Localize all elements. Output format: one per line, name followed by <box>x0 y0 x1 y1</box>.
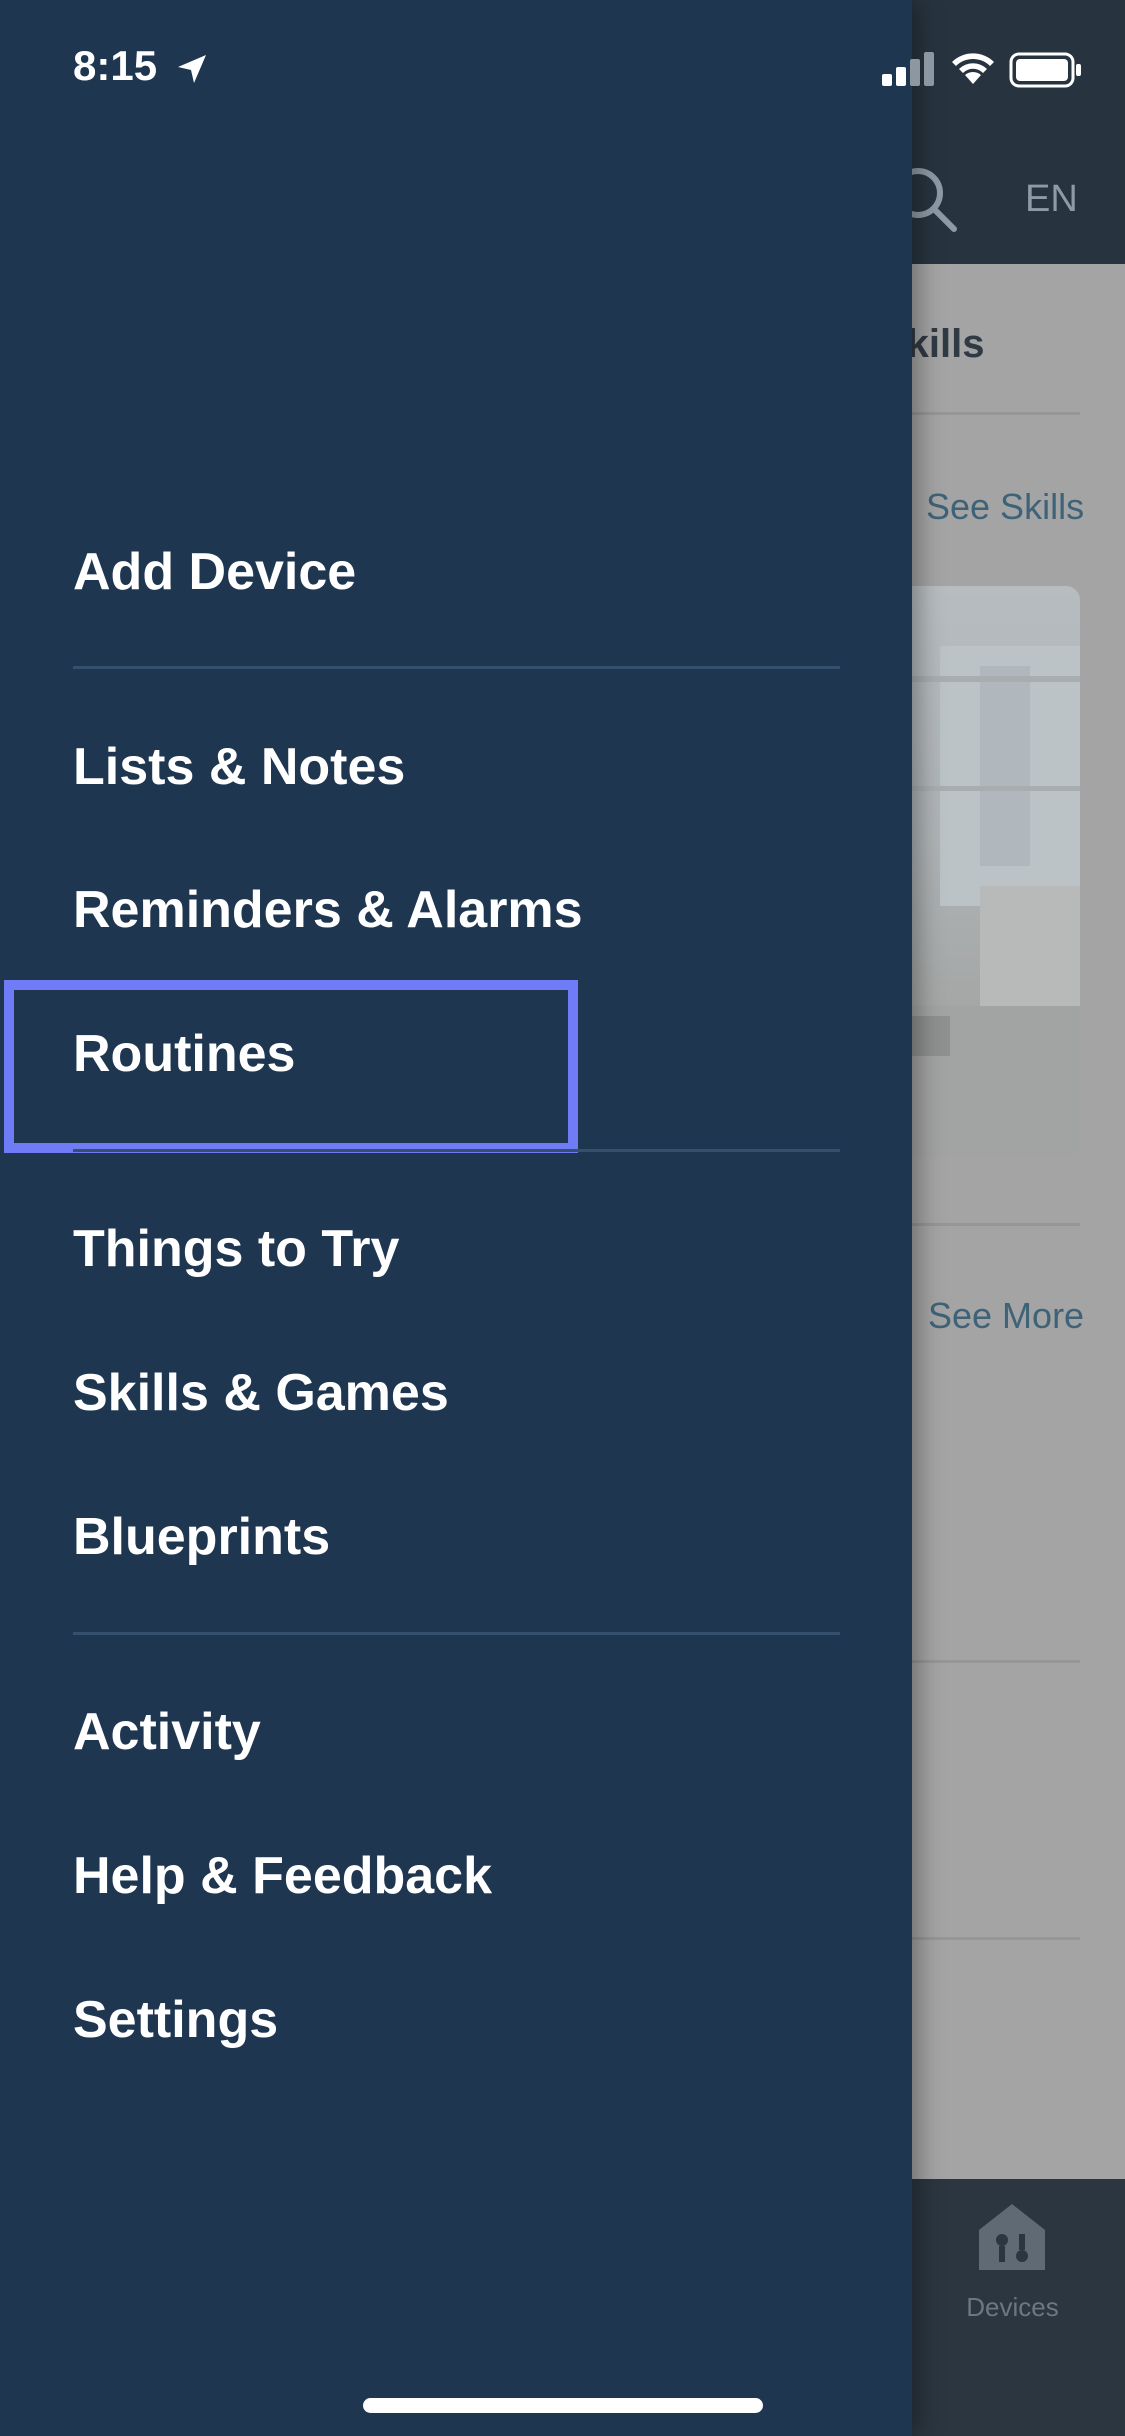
section-divider <box>912 1660 1080 1663</box>
location-arrow-icon <box>178 55 206 83</box>
menu-item-lists-notes[interactable]: Lists & Notes <box>73 735 405 799</box>
navigation-drawer: 8:15 Add Device Lists & Notes Reminders … <box>0 0 912 2436</box>
menu-divider <box>73 1149 840 1152</box>
menu-item-reminders-alarms[interactable]: Reminders & Alarms <box>73 878 583 942</box>
section-divider <box>912 1937 1080 1940</box>
see-more-link[interactable]: See More <box>928 1295 1084 1337</box>
menu-item-settings[interactable]: Settings <box>73 1988 278 2052</box>
menu-item-things-to-try[interactable]: Things to Try <box>73 1217 399 1281</box>
home-indicator <box>363 2398 763 2413</box>
menu-divider <box>73 666 840 669</box>
see-skills-link[interactable]: See Skills <box>926 486 1084 528</box>
menu-item-skills-games[interactable]: Skills & Games <box>73 1361 449 1425</box>
tab-devices-label[interactable]: Devices <box>940 2292 1085 2323</box>
wifi-icon <box>952 53 994 84</box>
signal-icon <box>882 52 934 86</box>
menu-item-add-device[interactable]: Add Device <box>73 540 356 604</box>
status-time: 8:15 <box>73 42 158 89</box>
menu-divider <box>73 1632 840 1635</box>
section-divider <box>912 1223 1080 1226</box>
menu-item-help-feedback[interactable]: Help & Feedback <box>73 1844 492 1908</box>
language-selector[interactable]: EN <box>1025 178 1078 221</box>
menu-item-routines[interactable]: Routines <box>73 1022 295 1086</box>
devices-icon[interactable] <box>975 2200 1049 2274</box>
battery-icon <box>1009 52 1081 88</box>
screen: EN Skills See Skills See More Devices 8:… <box>0 0 1125 2436</box>
menu-item-activity[interactable]: Activity <box>73 1700 261 1764</box>
menu-item-blueprints[interactable]: Blueprints <box>73 1505 330 1569</box>
